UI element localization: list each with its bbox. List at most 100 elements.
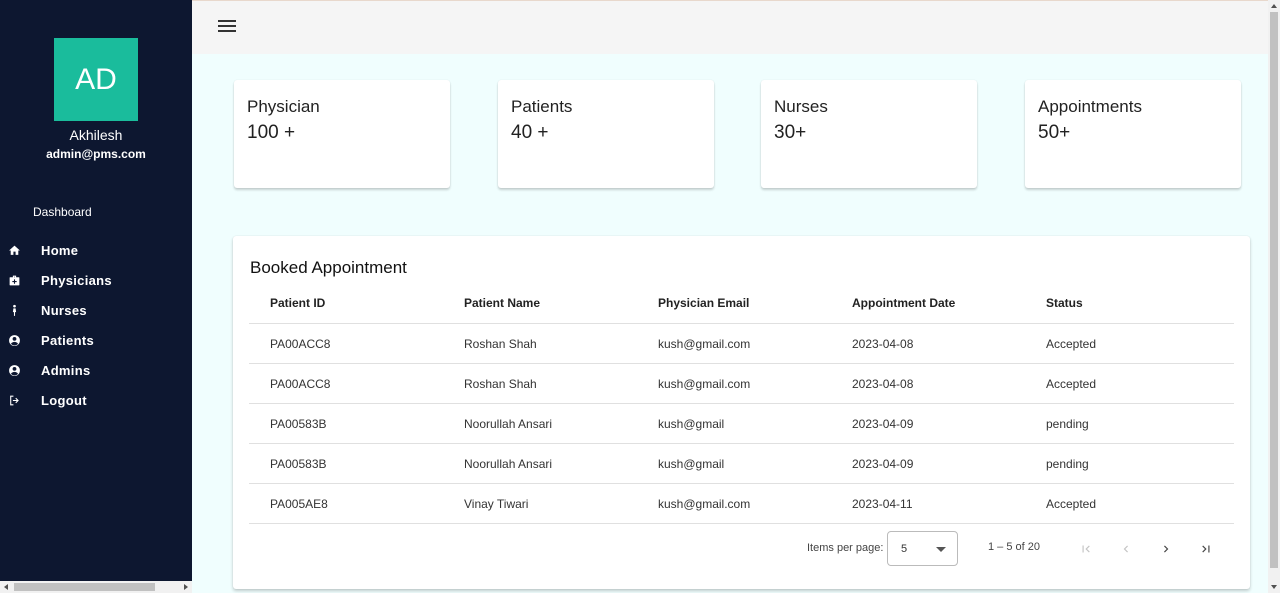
- patient-name-cell: Roshan Shah: [464, 336, 537, 351]
- table-row[interactable]: PA00ACC8 Roshan Shah kush@gmail.com 2023…: [249, 324, 1234, 364]
- sidebar-item-label: Home: [41, 242, 79, 258]
- stat-value: 100 +: [247, 122, 296, 143]
- page-size-value: 5: [901, 543, 908, 555]
- scroll-down-icon[interactable]: [1271, 585, 1277, 589]
- stat-title: Patients: [511, 97, 573, 116]
- patient-id-cell: PA00583B: [270, 416, 327, 431]
- table-row[interactable]: PA00583B Noorullah Ansari kush@gmail 202…: [249, 404, 1234, 444]
- patient-id-cell: PA00583B: [270, 456, 327, 471]
- logout-icon: [0, 394, 41, 407]
- stat-card-physician: Physician 100 +: [234, 80, 450, 188]
- stat-title: Appointments: [1038, 97, 1142, 116]
- home-icon: [0, 244, 41, 257]
- physician-email-cell: kush@gmail.com: [658, 376, 751, 391]
- avatar: AD: [54, 38, 138, 121]
- nav-heading-dashboard[interactable]: Dashboard: [33, 205, 92, 219]
- first-page-icon: [1082, 545, 1090, 553]
- appointment-date-cell: 2023-04-09: [852, 416, 914, 431]
- chevron-right-icon: [1164, 545, 1169, 553]
- sidebar-item-label: Patients: [41, 332, 94, 348]
- physician-email-cell: kush@gmail: [658, 456, 725, 471]
- column-header: Physician Email: [658, 295, 750, 310]
- appointment-date-cell: 2023-04-09: [852, 456, 914, 471]
- previous-page-button[interactable]: [1116, 539, 1136, 559]
- column-header: Appointment Date: [852, 295, 956, 310]
- person-icon: [0, 304, 41, 317]
- account-circle-icon: [0, 364, 41, 377]
- last-page-button[interactable]: [1196, 539, 1216, 559]
- column-header: Status: [1046, 295, 1083, 310]
- top-toolbar: [192, 0, 1268, 54]
- status-cell: Accepted: [1046, 376, 1097, 391]
- patient-id-cell: PA00ACC8: [270, 376, 331, 391]
- sidebar-item-logout[interactable]: Logout: [0, 385, 192, 415]
- sidebar-item-admins[interactable]: Admins: [0, 355, 192, 385]
- patient-name-cell: Noorullah Ansari: [464, 416, 553, 431]
- menu-icon[interactable]: [218, 20, 236, 34]
- scroll-right-icon[interactable]: [184, 584, 188, 590]
- sidebar-item-home[interactable]: Home: [0, 235, 192, 265]
- medical-bag-icon: [0, 274, 41, 287]
- status-cell: pending: [1046, 456, 1089, 471]
- paginator: Items per page: 5 1 – 5 of 20: [233, 531, 1250, 567]
- stat-value: 30+: [774, 122, 807, 143]
- table-row[interactable]: PA005AE8 Vinay Tiwari kush@gmail.com 202…: [249, 484, 1234, 524]
- status-cell: pending: [1046, 416, 1089, 431]
- patient-name-cell: Vinay Tiwari: [464, 496, 529, 511]
- user-email: admin@pms.com: [46, 147, 146, 161]
- status-cell: Accepted: [1046, 336, 1097, 351]
- stat-value: 40 +: [511, 122, 549, 143]
- horizontal-scrollbar[interactable]: [0, 581, 192, 593]
- sidebar-item-label: Logout: [41, 392, 87, 408]
- scroll-left-icon[interactable]: [4, 584, 8, 590]
- sidebar-nav: Home Physicians Nurses Patients Admins L…: [0, 235, 192, 415]
- column-header: Patient Name: [464, 295, 541, 310]
- stat-title: Physician: [247, 97, 320, 116]
- sidebar-item-label: Nurses: [41, 302, 87, 318]
- patient-name-cell: Roshan Shah: [464, 376, 537, 391]
- appointment-date-cell: 2023-04-11: [852, 496, 913, 511]
- table-row[interactable]: PA00583B Noorullah Ansari kush@gmail 202…: [249, 444, 1234, 484]
- sidebar-item-nurses[interactable]: Nurses: [0, 295, 192, 325]
- page-range-label: 1 – 5 of 20: [988, 541, 1040, 553]
- last-page-icon: [1202, 545, 1210, 553]
- vertical-scrollbar[interactable]: [1268, 0, 1280, 593]
- page-size-select[interactable]: 5: [887, 531, 958, 566]
- stat-title: Nurses: [774, 97, 828, 116]
- table-title: Booked Appointment: [250, 258, 407, 277]
- user-name: Akhilesh: [69, 127, 123, 143]
- physician-email-cell: kush@gmail: [658, 416, 725, 431]
- table-header-row: Patient ID Patient Name Physician Email …: [249, 282, 1234, 324]
- patient-id-cell: PA00ACC8: [270, 336, 331, 351]
- patient-id-cell: PA005AE8: [270, 496, 328, 511]
- scroll-up-icon[interactable]: [1271, 4, 1277, 8]
- patient-name-cell: Noorullah Ansari: [464, 456, 553, 471]
- avatar-initials: AD: [75, 62, 117, 96]
- first-page-button[interactable]: [1076, 539, 1096, 559]
- appointment-date-cell: 2023-04-08: [852, 376, 914, 391]
- sidebar-item-label: Admins: [41, 362, 91, 378]
- booked-appointments-card: Booked Appointment Patient ID Patient Na…: [233, 236, 1250, 589]
- next-page-button[interactable]: [1156, 539, 1176, 559]
- status-cell: Accepted: [1046, 496, 1097, 511]
- sidebar-item-label: Physicians: [41, 272, 112, 288]
- chevron-left-icon: [1123, 545, 1128, 553]
- sidebar: AD Akhilesh admin@pms.com Dashboard Home…: [0, 0, 192, 593]
- stat-card-appointments: Appointments 50+: [1025, 80, 1241, 188]
- physician-email-cell: kush@gmail.com: [658, 336, 751, 351]
- table-row[interactable]: PA00ACC8 Roshan Shah kush@gmail.com 2023…: [249, 364, 1234, 404]
- appointments-table: Patient ID Patient Name Physician Email …: [249, 282, 1234, 524]
- stat-value: 50+: [1038, 122, 1071, 143]
- appointment-date-cell: 2023-04-08: [852, 336, 914, 351]
- scrollbar-thumb[interactable]: [14, 583, 155, 591]
- items-per-page-label: Items per page:: [807, 542, 884, 554]
- stat-card-patients: Patients 40 +: [498, 80, 714, 188]
- scrollbar-thumb[interactable]: [1270, 12, 1278, 568]
- account-circle-icon: [0, 334, 41, 347]
- sidebar-item-physicians[interactable]: Physicians: [0, 265, 192, 295]
- physician-email-cell: kush@gmail.com: [658, 496, 751, 511]
- dropdown-arrow-icon: [936, 547, 946, 552]
- column-header: Patient ID: [270, 295, 326, 310]
- stat-card-nurses: Nurses 30+: [761, 80, 977, 188]
- sidebar-item-patients[interactable]: Patients: [0, 325, 192, 355]
